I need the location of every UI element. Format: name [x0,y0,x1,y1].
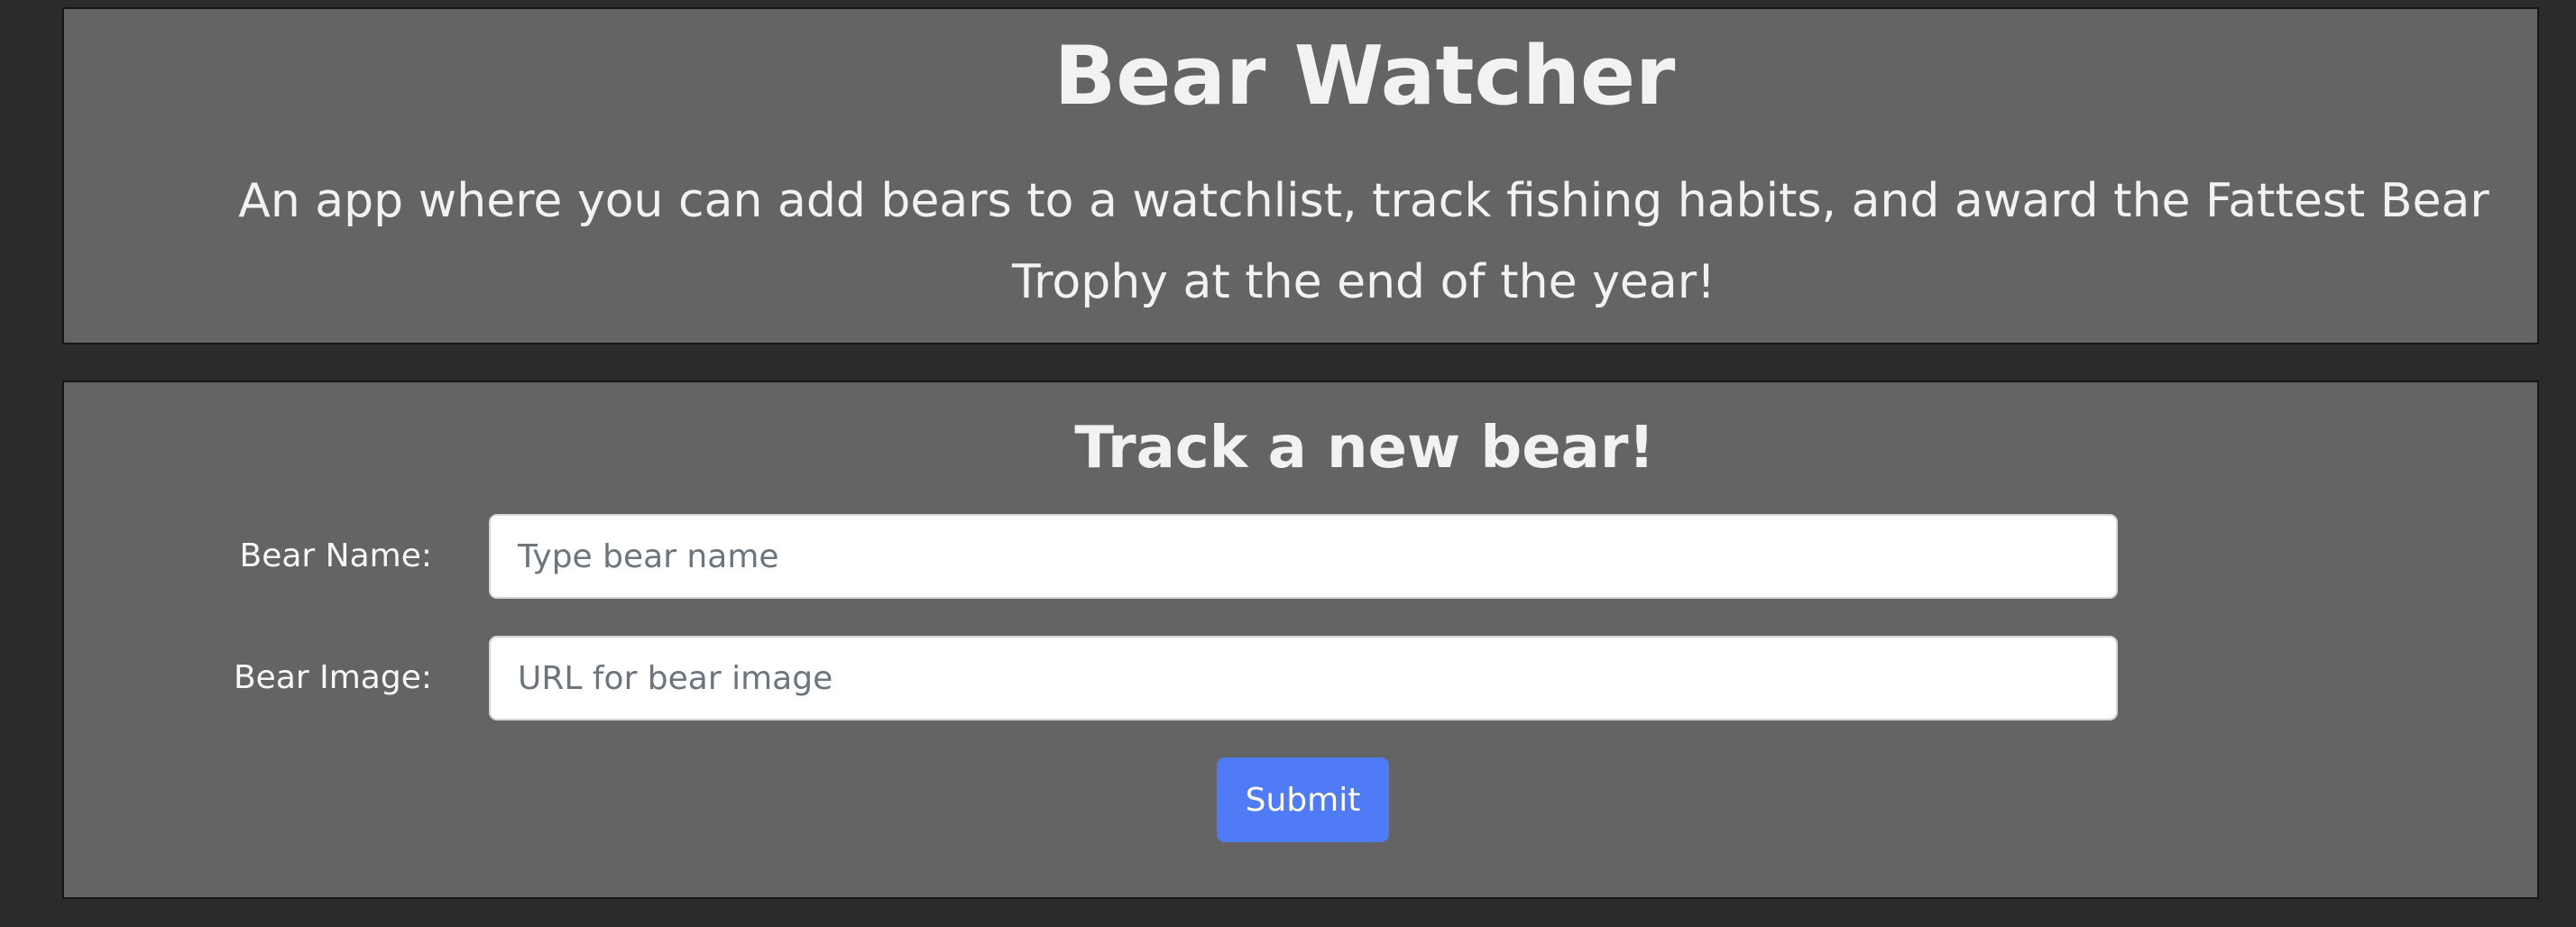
bear-image-label: Bear Image: [233,659,432,696]
new-bear-form: Track a new bear! Bear Name: Bear Image:… [62,381,2539,899]
submit-button[interactable]: Submit [1217,757,1389,842]
form-title: Track a new bear! [1074,415,1655,482]
bear-image-url-input[interactable] [489,636,2118,720]
app-description: An app where you can add bears to a watc… [238,174,2489,309]
bear-name-input[interactable] [489,514,2118,599]
app-header: Bear Watcher An app where you can add be… [62,7,2539,344]
bear-name-label: Bear Name: [239,537,433,574]
app-title: Bear Watcher [1053,29,1676,124]
